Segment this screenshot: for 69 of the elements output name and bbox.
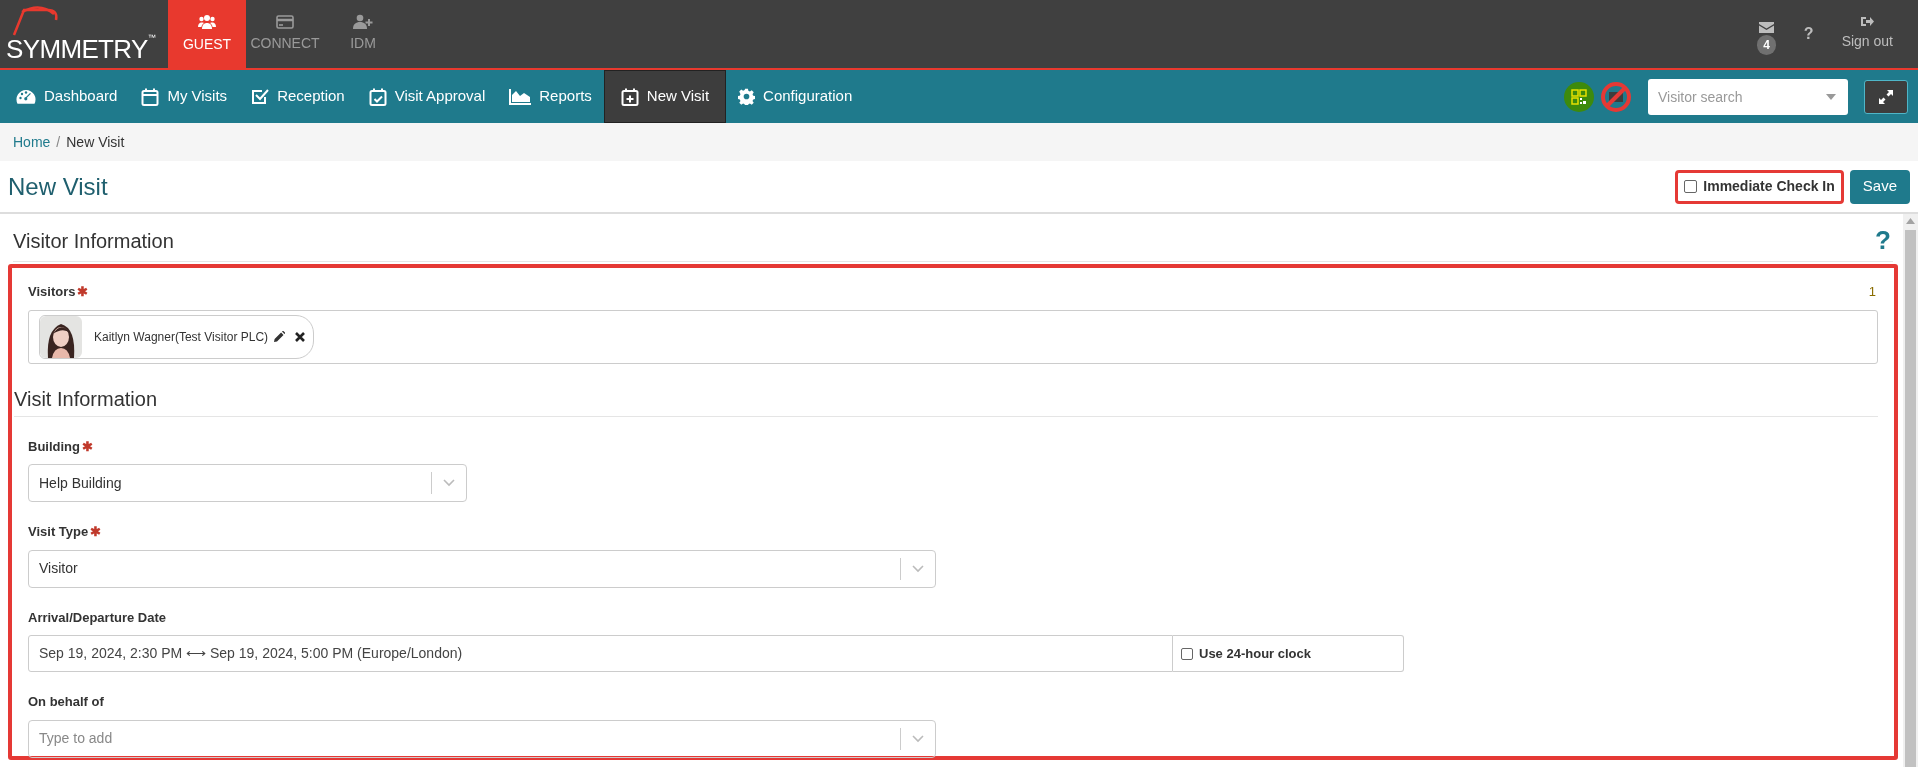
sign-out-button[interactable]: Sign out — [1841, 16, 1893, 52]
visitor-chip[interactable]: Kaitlyn Wagner(Test Visitor PLC) — [39, 314, 315, 359]
field-label: Building — [28, 437, 80, 456]
select-field[interactable]: Help Building — [28, 464, 467, 502]
nav-tab[interactable]: Reports — [497, 70, 604, 123]
nav-tab[interactable]: Dashboard — [4, 70, 130, 123]
date-range-field[interactable]: Sep 19, 2024, 2:30 PM ⟷ Sep 19, 2024, 5:00 PM (Europe/London) — [28, 635, 1173, 672]
breadcrumb-link[interactable]: Home — [13, 131, 51, 153]
area-chart-icon — [509, 88, 532, 105]
select-field[interactable]: Type to add — [28, 719, 936, 758]
section-heading: Visit Information — [14, 383, 1878, 417]
calendar-icon — [141, 87, 160, 106]
card-icon — [276, 14, 294, 29]
nav-tab[interactable]: Visit Approval — [356, 70, 498, 123]
checked-box-icon — [251, 88, 270, 105]
immediate-check-in-checkbox[interactable]: Immediate Check In — [1675, 169, 1844, 204]
field-label: Visit Type — [28, 523, 89, 541]
breadcrumb-current: New Visit — [66, 132, 125, 152]
close-icon[interactable] — [295, 331, 306, 342]
people-icon — [198, 13, 216, 30]
select-placeholder: Type to add — [39, 729, 113, 748]
gauge-icon — [16, 88, 36, 105]
save-button[interactable]: Save — [1849, 169, 1910, 204]
select-value: Help Building — [39, 473, 122, 493]
help-link[interactable]: ? — [1803, 22, 1814, 46]
user-plus-icon — [353, 14, 373, 29]
required-mark: ✱ — [77, 283, 89, 301]
chevron-down-icon — [912, 564, 924, 573]
page-title: New Visit — [8, 171, 108, 202]
trademark-mark: ™ — [147, 32, 156, 42]
sign-out-icon — [1860, 16, 1874, 27]
app-tab[interactable]: IDM — [324, 0, 402, 68]
fullscreen-button[interactable] — [1864, 79, 1908, 114]
chevron-down-icon — [912, 734, 924, 743]
use-24-hour-checkbox[interactable]: Use 24-hour clock — [1173, 635, 1404, 672]
no-card-icon[interactable] — [1600, 80, 1632, 113]
required-mark: ✱ — [90, 523, 102, 541]
caret-icon[interactable] — [1826, 93, 1836, 100]
section-heading: Visitor Information — [13, 228, 174, 254]
visitors-field[interactable]: Kaitlyn Wagner(Test Visitor PLC) — [28, 309, 1878, 364]
envelope-icon[interactable] — [1759, 21, 1774, 33]
help-icon[interactable]: ? — [1875, 221, 1891, 260]
expand-icon — [1879, 89, 1893, 104]
visitor-search-field[interactable]: Visitor search — [1648, 78, 1848, 115]
calendar-plus-icon — [620, 87, 639, 106]
app-tab[interactable]: GUEST — [168, 0, 246, 68]
select-field[interactable]: Visitor — [28, 549, 936, 588]
logo-text: SYMMETRY — [6, 36, 148, 62]
message-count-badge: 4 — [1757, 34, 1776, 55]
nav-tab[interactable]: Reception — [239, 70, 357, 123]
app-tab[interactable]: CONNECT — [246, 0, 324, 68]
select-value: Visitor — [39, 559, 78, 578]
nav-tab[interactable]: New Visit — [603, 70, 727, 123]
visitor-name: Kaitlyn Wagner(Test Visitor PLC) — [94, 328, 269, 346]
scroll-up-icon[interactable] — [1906, 218, 1915, 224]
nav-tab[interactable]: Configuration — [726, 70, 865, 123]
nav-tab[interactable]: My Visits — [129, 70, 240, 123]
field-label: Arrival/Departure Date — [28, 608, 166, 627]
required-mark: ✱ — [82, 437, 93, 456]
chevron-down-icon — [443, 479, 455, 487]
edit-icon[interactable] — [274, 331, 286, 342]
breadcrumb-separator: / — [56, 132, 61, 152]
visitor-count: 1 — [1868, 283, 1876, 301]
field-label: On behalf of — [28, 693, 104, 711]
scrollbar-thumb[interactable] — [1905, 230, 1916, 767]
field-label: Visitors — [28, 283, 76, 301]
qr-code-icon[interactable] — [1564, 81, 1594, 112]
calendar-check-icon — [368, 87, 387, 106]
settings-icon — [738, 88, 756, 105]
